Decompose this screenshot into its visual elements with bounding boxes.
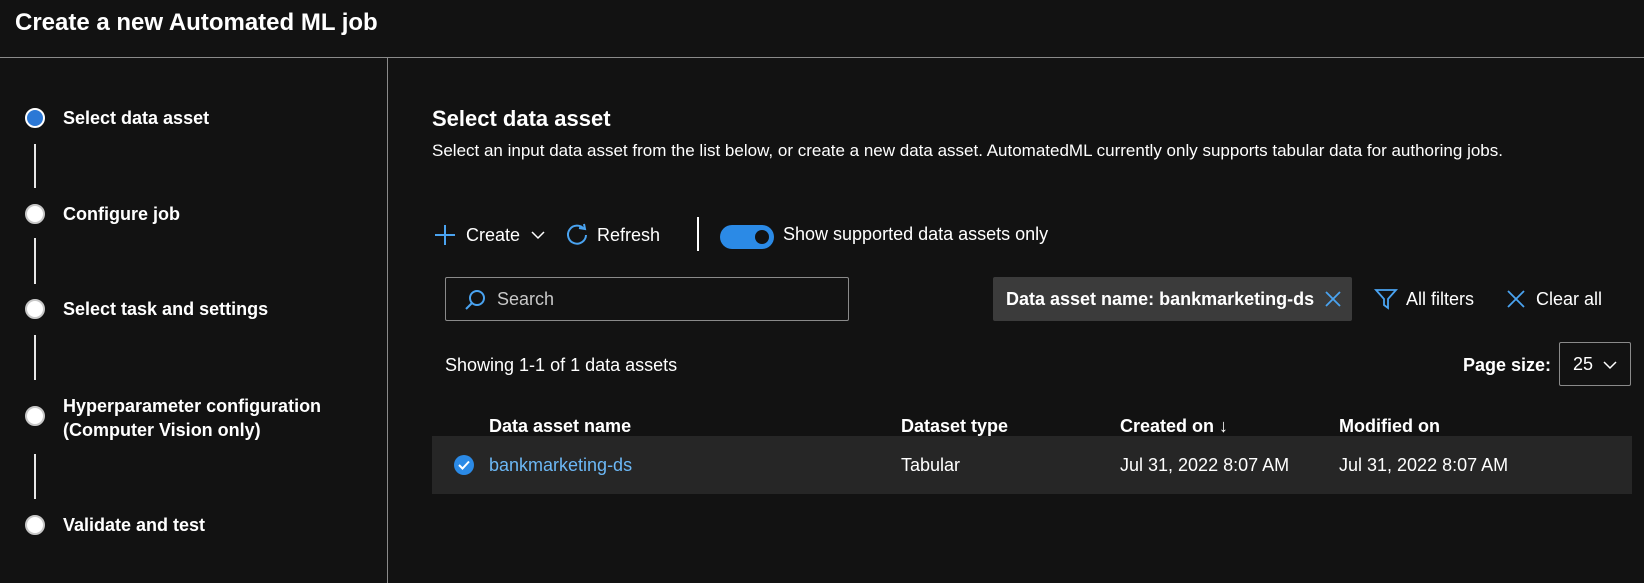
step-label-line1: Hyperparameter configuration <box>63 396 322 416</box>
step-connector <box>34 238 36 284</box>
checkmark-circle-icon[interactable] <box>453 454 475 476</box>
clear-all-button[interactable]: Clear all <box>1506 277 1602 321</box>
column-header-name[interactable]: Data asset name <box>489 416 631 437</box>
step-label-line2: (Computer Vision only) <box>63 420 261 440</box>
filter-icon <box>1374 289 1398 310</box>
column-header-type[interactable]: Dataset type <box>901 416 1008 437</box>
step-label: Select data asset <box>63 108 210 128</box>
search-input[interactable]: Search <box>445 277 849 321</box>
toolbar-divider <box>697 217 699 251</box>
chevron-down-icon <box>1603 361 1617 370</box>
refresh-label: Refresh <box>597 224 661 245</box>
created-on-cell: Jul 31, 2022 8:07 AM <box>1120 455 1290 475</box>
wizard-steps-sidebar: Select data asset Configure job Select t… <box>0 58 388 583</box>
dataset-type-cell: Tabular <box>901 455 961 475</box>
create-button[interactable]: Create <box>434 215 546 255</box>
search-icon <box>465 290 485 310</box>
toggle-switch[interactable] <box>720 225 774 249</box>
filter-chip: Data asset name: bankmarketing-ds <box>993 277 1352 321</box>
step-inactive-indicator-icon <box>25 204 45 224</box>
data-asset-name-link[interactable]: bankmarketing-ds <box>489 455 632 476</box>
toolbar: Create Refresh Show supported data asset… <box>434 215 1234 255</box>
all-filters-button[interactable]: All filters <box>1374 277 1474 321</box>
filter-chip-label: Data asset name: bankmarketing-ds <box>1006 289 1315 309</box>
show-supported-toggle[interactable]: Show supported data assets only <box>720 215 1140 255</box>
page-title: Create a new Automated ML job <box>15 9 378 36</box>
page-header: Create a new Automated ML job <box>0 0 1644 58</box>
page-size-label: Page size: <box>1463 355 1552 375</box>
create-label: Create <box>466 224 521 245</box>
step-active-indicator-icon <box>25 108 45 128</box>
modified-on-cell: Jul 31, 2022 8:07 AM <box>1339 455 1509 475</box>
toggle-label: Show supported data assets only <box>783 224 1049 244</box>
table-row[interactable]: bankmarketing-ds Tabular Jul 31, 2022 8:… <box>432 436 1632 494</box>
step-label: Configure job <box>63 204 180 224</box>
step-inactive-indicator-icon <box>25 299 45 319</box>
step-label: Validate and test <box>63 515 206 535</box>
column-header-modified[interactable]: Modified on <box>1339 416 1440 437</box>
refresh-button[interactable]: Refresh <box>565 215 660 255</box>
step-inactive-indicator-icon <box>25 515 45 535</box>
close-icon <box>1507 290 1525 308</box>
section-title: Select data asset <box>432 106 611 131</box>
step-connector <box>34 454 36 499</box>
search-placeholder: Search <box>497 289 555 309</box>
all-filters-label: All filters <box>1406 288 1475 309</box>
section-description: Select an input data asset from the list… <box>432 141 1503 160</box>
plus-icon <box>435 225 455 245</box>
clear-all-label: Clear all <box>1536 288 1603 309</box>
close-icon[interactable] <box>1324 290 1342 308</box>
page-size-dropdown[interactable]: 25 <box>1559 342 1631 386</box>
step-label: Select task and settings <box>63 299 269 319</box>
main-content: Select data asset Select an input data a… <box>389 58 1644 583</box>
results-count: Showing 1-1 of 1 data assets <box>445 355 678 375</box>
step-connector <box>34 335 36 380</box>
refresh-icon <box>567 223 587 245</box>
toggle-knob <box>755 230 769 244</box>
step-inactive-indicator-icon <box>25 406 45 426</box>
chevron-down-icon <box>531 231 545 240</box>
step-connector <box>34 144 36 188</box>
page-size-value: 25 <box>1573 354 1594 374</box>
column-header-created[interactable]: Created on ↓ <box>1120 416 1228 437</box>
